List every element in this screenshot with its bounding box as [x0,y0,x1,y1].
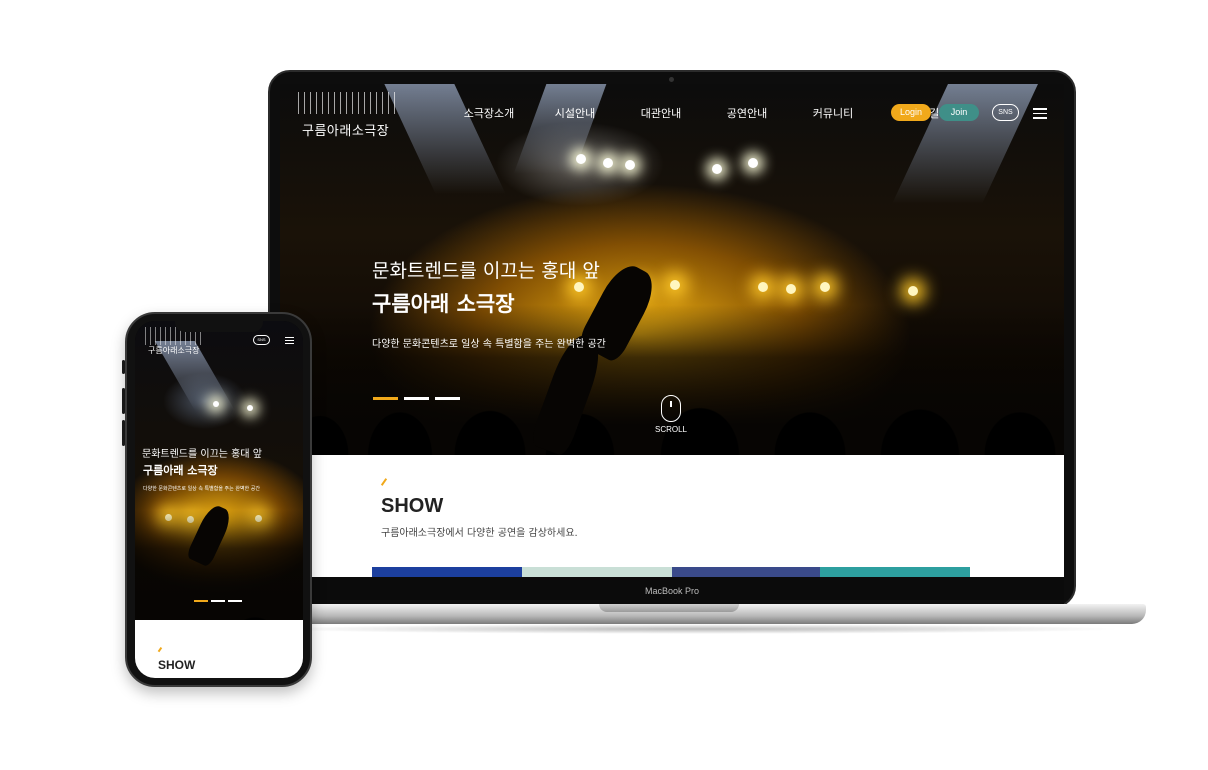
accent-mark [157,647,162,652]
device-mockup-stage: 구름아래소극장 소극장소개 시설안내 대관안내 공연안내 커뮤니티 오시는길 L… [0,0,1208,770]
phone-screen: 구름아래소극장 SNS 문화트렌드를 이끄는 홍대 앞 구름아래 소극장 다양한… [135,321,303,678]
stage-light [576,154,586,164]
slide-dot[interactable] [404,397,429,400]
phone-hero-banner: 구름아래소극장 SNS 문화트렌드를 이끄는 홍대 앞 구름아래 소극장 다양한… [135,321,303,620]
show-section: SHOW 구름아래소극장에서 다양한 공연을 감상하세요. [280,455,1064,577]
hero-subtitle: 문화트렌드를 이끄는 홍대 앞 [372,260,600,282]
show-thumbnail[interactable] [820,567,970,577]
nav-item-rental[interactable]: 대관안내 [618,105,704,121]
stage-light [712,164,722,174]
nav-item-facilities[interactable]: 시설안내 [532,105,618,121]
stage-light [574,282,584,292]
light-beam [384,84,506,194]
scroll-label: SCROLL [654,425,687,434]
laptop-brand-label: MacBook Pro [644,586,700,596]
hero-banner: 구름아래소극장 소극장소개 시설안내 대관안내 공연안내 커뮤니티 오시는길 L… [280,84,1064,455]
main-nav: 소극장소개 시설안내 대관안내 공연안내 커뮤니티 오시는길 [446,105,962,121]
hero-title: 구름아래 소극장 [372,292,515,316]
phone-notch [175,319,263,332]
slide-dot[interactable] [435,397,460,400]
hero-description: 다양한 문화콘텐츠로 일상 속 특별함을 주는 완벽한 공간 [372,339,606,350]
show-thumbnail[interactable] [522,567,672,577]
laptop-screen: 구름아래소극장 소극장소개 시설안내 대관안내 공연안내 커뮤니티 오시는길 L… [280,84,1064,577]
stage-light [748,158,758,168]
stage-light [670,280,680,290]
phone-show-title: SHOW [158,658,196,672]
stage-light [820,282,830,292]
slide-dot[interactable] [211,600,225,602]
phone-sns-button[interactable]: SNS [253,335,270,345]
light-beam [513,84,607,174]
slide-dot[interactable] [373,397,398,400]
stage-light [213,401,219,407]
nav-item-community[interactable]: 커뮤니티 [790,105,876,121]
slide-dot[interactable] [228,600,242,602]
nav-item-performances[interactable]: 공연안내 [704,105,790,121]
laptop-notch [599,604,739,612]
laptop-shadow [270,624,1124,634]
stage-light [625,160,635,170]
stage-light [908,286,918,296]
login-button[interactable]: Login [891,104,931,121]
phone-hero-title: 구름아래 소극장 [143,464,218,477]
stage-light [786,284,796,294]
phone-show-section: SHOW [135,620,303,678]
hamburger-icon[interactable] [1033,108,1047,119]
nav-item-about[interactable]: 소극장소개 [446,105,532,121]
phone-site-logo[interactable]: 구름아래소극장 [148,345,200,356]
stage-light [603,158,613,168]
phone-slide-pager [194,600,242,602]
site-logo[interactable]: 구름아래소극장 [302,120,389,139]
light-beam [892,84,1038,204]
show-description: 구름아래소극장에서 다양한 공연을 감상하세요. [381,528,578,539]
logo-mark [298,92,398,114]
slide-dot[interactable] [194,600,208,602]
show-thumbnail[interactable] [372,567,522,577]
laptop-camera [669,77,674,82]
stage-light [247,405,253,411]
sns-button[interactable]: SNS [992,104,1019,121]
show-title: SHOW [381,495,444,517]
stage-light [758,282,768,292]
hamburger-icon[interactable] [285,337,294,344]
show-thumbnail[interactable] [672,567,820,577]
join-button[interactable]: Join [939,104,979,121]
mouse-scroll-icon[interactable] [661,395,681,422]
slide-pager [373,397,460,400]
phone-hero-subtitle: 문화트렌드를 이끄는 홍대 앞 [142,449,262,460]
phone-hero-description: 다양한 문화콘텐츠로 일상 속 특별함을 주는 완벽한 공간 [143,486,260,492]
accent-mark [380,478,388,486]
